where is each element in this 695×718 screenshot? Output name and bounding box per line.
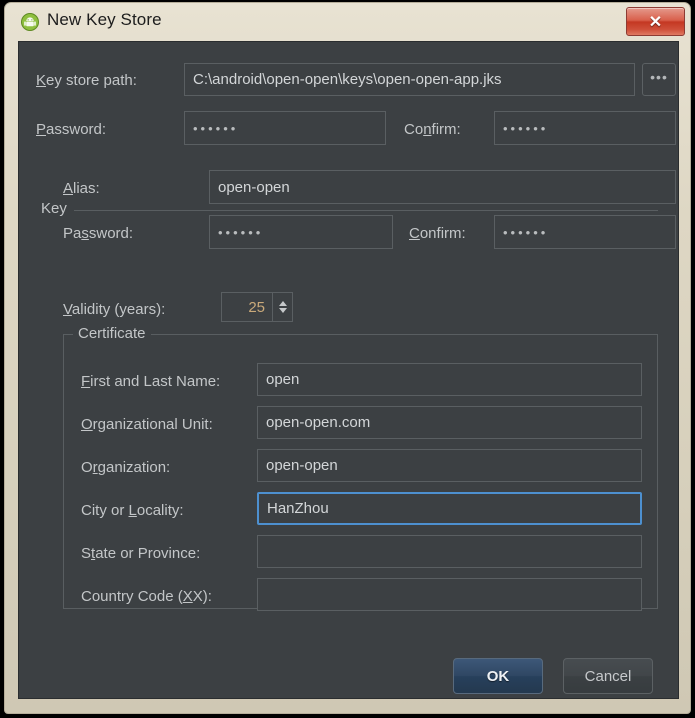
country-code-input[interactable]	[257, 578, 642, 611]
key-confirm-label: Confirm:	[409, 225, 466, 242]
store-password-label: Password:	[36, 121, 107, 138]
validity-stepper[interactable]: 25	[221, 292, 293, 322]
organization-input[interactable]: open-open	[257, 449, 642, 482]
window-title: New Key Store	[47, 10, 162, 29]
title-bar[interactable]: New Key Store ✕	[5, 3, 690, 41]
key-password-label: Password:	[63, 225, 134, 242]
alias-label: Alias:	[63, 180, 100, 197]
city-or-locality-input[interactable]: HanZhou	[257, 492, 642, 525]
state-or-province-label: State or Province:	[81, 545, 201, 562]
certificate-group-title: Certificate	[73, 325, 151, 342]
store-password-input[interactable]: ••••••	[184, 111, 386, 145]
chevron-up-icon[interactable]	[278, 301, 287, 306]
key-group-title: Key	[41, 200, 74, 217]
organization-label: Organization:	[81, 459, 171, 476]
ok-button[interactable]: OK	[453, 658, 543, 694]
store-confirm-label: Confirm:	[404, 121, 461, 138]
ellipsis-icon: •••	[650, 68, 668, 85]
organizational-unit-label: Organizational Unit:	[81, 416, 213, 433]
validity-label: Validity (years):	[63, 301, 166, 318]
browse-button[interactable]: •••	[642, 63, 676, 96]
alias-input[interactable]: open-open	[209, 170, 676, 204]
organizational-unit-input[interactable]: open-open.com	[257, 406, 642, 439]
cancel-button[interactable]: Cancel	[563, 658, 653, 694]
dialog-window: New Key Store ✕ Key store path: C:\andro…	[4, 2, 691, 714]
country-code-label: Country Code (XX):	[81, 588, 212, 605]
dialog-content: Key store path: C:\android\open-open\key…	[18, 41, 679, 699]
validity-stepper-buttons[interactable]	[272, 293, 292, 321]
key-store-path-input[interactable]: C:\android\open-open\keys\open-open-app.…	[184, 63, 635, 96]
key-store-path-label: Key store path:	[36, 72, 137, 89]
chevron-down-icon[interactable]	[278, 308, 287, 313]
first-and-last-name-label: First and Last Name:	[81, 373, 221, 390]
key-group-separator	[41, 210, 658, 211]
state-or-province-input[interactable]	[257, 535, 642, 568]
first-and-last-name-input[interactable]: open	[257, 363, 642, 396]
store-confirm-input[interactable]: ••••••	[494, 111, 676, 145]
close-button[interactable]: ✕	[626, 7, 685, 36]
validity-value[interactable]: 25	[222, 293, 272, 321]
android-robot-icon	[21, 13, 39, 31]
key-confirm-input[interactable]: ••••••	[494, 215, 676, 249]
key-password-input[interactable]: ••••••	[209, 215, 393, 249]
close-icon: ✕	[648, 13, 663, 31]
city-or-locality-label: City or Locality:	[81, 502, 184, 519]
